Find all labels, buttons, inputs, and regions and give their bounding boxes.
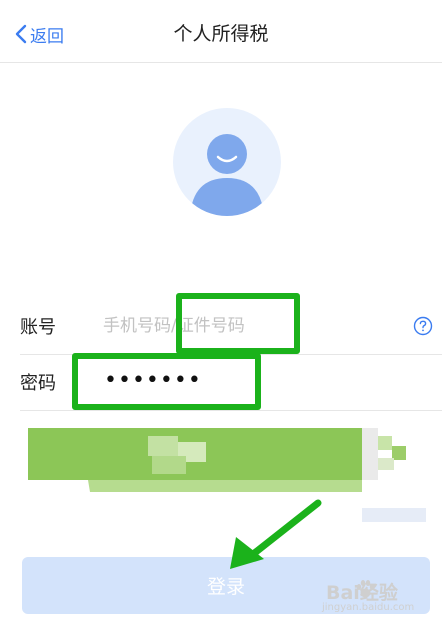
password-row: 密码 •••••••: [0, 355, 442, 410]
nav-bar: 返回 个人所得税: [0, 0, 442, 63]
password-input[interactable]: •••••••: [104, 368, 202, 393]
account-input[interactable]: [103, 310, 403, 342]
baidu-watermark: Bai经验 jingyan.baidu.com: [296, 578, 442, 621]
question-circle-icon[interactable]: [413, 316, 433, 336]
password-label: 密码: [20, 373, 56, 394]
password-divider: [20, 410, 442, 411]
watermark-url: jingyan.baidu.com: [322, 602, 415, 613]
account-row: 账号: [0, 299, 442, 354]
account-label: 账号: [20, 317, 56, 338]
page-title: 个人所得税: [173, 23, 269, 45]
redacted-mosaic: [28, 428, 442, 523]
user-avatar-icon: [173, 108, 281, 216]
baidu-paw-icon: [356, 580, 375, 598]
